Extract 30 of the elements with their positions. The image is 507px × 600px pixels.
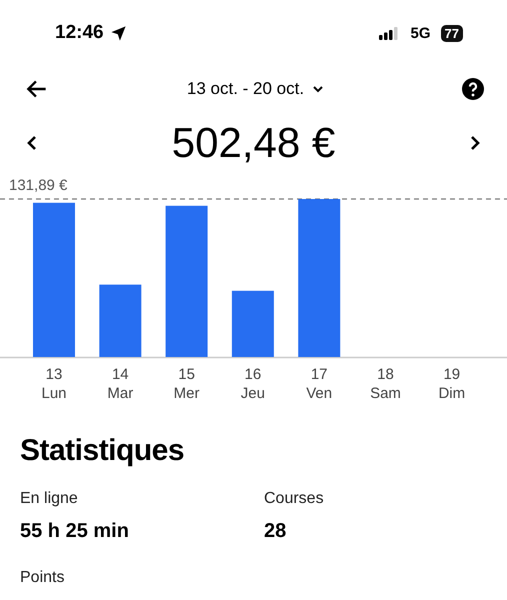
stat-label: Courses <box>264 490 325 508</box>
signal-icon <box>378 26 399 40</box>
bar[interactable] <box>33 202 75 357</box>
previous-week-button[interactable] <box>26 135 38 151</box>
next-week-button[interactable] <box>469 135 481 151</box>
axis-label: 13 Lun <box>41 366 67 402</box>
stat-value: 28 <box>264 520 288 543</box>
reference-label: 131,89 € <box>9 177 68 194</box>
network-type: 5G <box>410 24 431 42</box>
period-dropdown[interactable]: 13 oct. - 20 oct. <box>186 79 324 99</box>
bar[interactable] <box>166 206 208 357</box>
stat-label: Points <box>20 569 66 587</box>
location-arrow-icon <box>110 24 127 42</box>
bar[interactable] <box>99 284 142 357</box>
bar[interactable] <box>232 290 274 357</box>
axis-label: 16 Jeu <box>240 366 265 402</box>
status-time: 12:46 <box>55 22 104 44</box>
section-title: Statistiques <box>20 434 186 468</box>
axis-label: 15 Mer <box>174 366 200 402</box>
axis-label: 19 Dim <box>438 366 466 402</box>
axis-label: 17 Ven <box>306 366 332 402</box>
axis-label: 14 Mar <box>107 366 134 402</box>
stat-value: 55 h 25 min <box>20 520 130 543</box>
total-earnings: 502,48 € <box>172 119 336 167</box>
battery-level: 77 <box>440 24 463 42</box>
chevron-down-icon <box>312 85 324 93</box>
stat-label: En ligne <box>20 490 79 508</box>
axis-label: 18 Sam <box>370 366 401 402</box>
bar[interactable] <box>298 199 340 357</box>
help-button[interactable] <box>461 77 485 101</box>
